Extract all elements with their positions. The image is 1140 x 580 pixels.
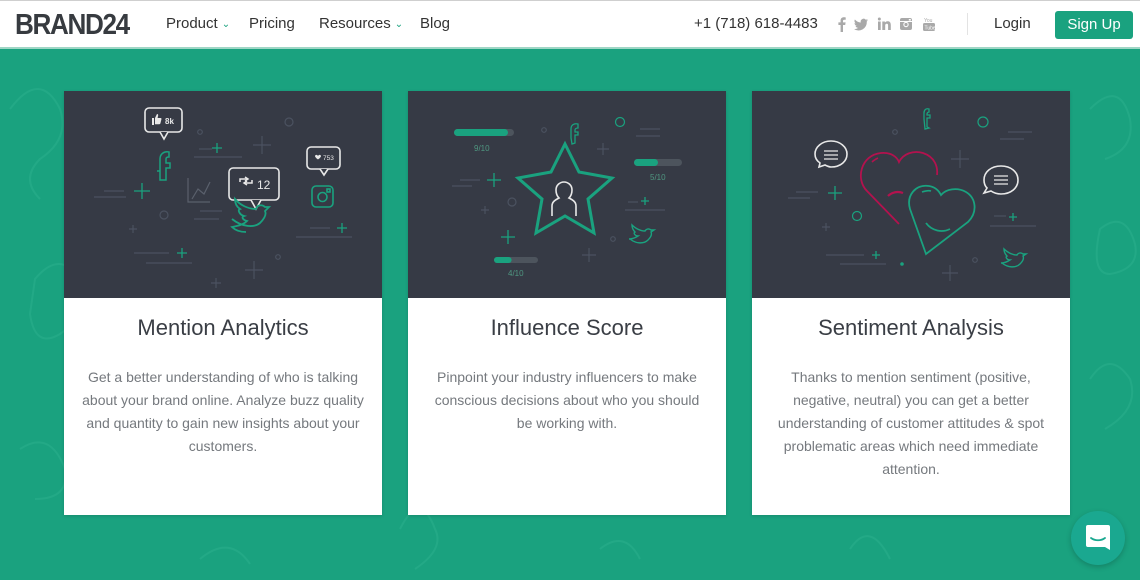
decorative-lines <box>94 117 352 288</box>
card-description: Get a better understanding of who is tal… <box>82 369 364 454</box>
score-label-2: 5/10 <box>650 173 666 182</box>
negative-heart-icon <box>859 151 939 225</box>
nav-resources-label: Resources <box>319 15 391 32</box>
influence-score-illustration: 9/10 5/10 4/10 <box>408 91 726 298</box>
thumbs-up-icon <box>152 114 162 125</box>
phone-number[interactable]: +1 (718) 618-4483 <box>694 15 818 32</box>
instagram-icon[interactable] <box>899 16 913 32</box>
header-divider <box>967 13 968 35</box>
nav-blog-label: Blog <box>420 15 451 32</box>
card-description: Pinpoint your industry influencers to ma… <box>434 369 700 431</box>
facebook-icon[interactable] <box>835 16 849 32</box>
retweet-icon <box>239 176 253 186</box>
facebook-icon <box>570 123 579 145</box>
comment-bubble-left <box>814 140 848 169</box>
feature-card-sentiment-analysis: Sentiment Analysis Thanks to mention sen… <box>752 91 1070 515</box>
likes-bubble: 8k <box>144 107 183 141</box>
feature-card-influence-score: 9/10 5/10 4/10 Influence Score Pinpoint … <box>408 91 726 515</box>
retweets-bubble: 12 <box>228 167 280 211</box>
score-bar-3-fill <box>494 257 512 263</box>
top-navbar: BRAND24 Product ⌄ Pricing Resources ⌄ Blog… <box>0 0 1140 49</box>
twitter-icon[interactable] <box>853 16 869 32</box>
score-bar-3: 4/10 <box>494 257 538 278</box>
chat-widget-button[interactable] <box>1071 511 1125 565</box>
facebook-icon <box>923 108 931 130</box>
card-title: Mention Analytics <box>137 315 309 340</box>
positive-heart-icon <box>908 184 976 256</box>
chevron-down-icon: ⌄ <box>394 19 404 30</box>
score-label-3: 4/10 <box>508 269 524 278</box>
mention-analytics-illustration: 8k 12 753 <box>64 91 382 298</box>
person-icon <box>551 181 577 216</box>
card-title: Sentiment Analysis <box>818 315 1004 340</box>
nav-resources[interactable]: Resources ⌄ <box>319 15 403 32</box>
nav-pricing[interactable]: Pricing <box>249 15 295 32</box>
nav-pricing-label: Pricing <box>249 15 295 32</box>
feature-card-mention-analytics: 8k 12 753 Mention Analytics Get a better… <box>64 91 382 515</box>
twitter-bird-icon <box>1000 247 1029 268</box>
sentiment-analysis-illustration <box>752 91 1070 298</box>
score-bar-1-fill <box>454 129 508 136</box>
svg-text:Tube: Tube <box>925 26 936 32</box>
hearts-count: 753 <box>323 155 334 162</box>
twitter-bird-icon <box>628 223 657 244</box>
nav-product[interactable]: Product ⌄ <box>166 15 230 32</box>
linkedin-icon[interactable] <box>877 16 891 32</box>
brand-logo[interactable]: BRAND24 <box>15 9 130 42</box>
signup-button[interactable]: Sign Up <box>1055 11 1133 39</box>
youtube-icon[interactable]: YouTube <box>922 16 936 32</box>
hearts-bubble: 753 <box>306 146 341 177</box>
card-description: Thanks to mention sentiment (positive, n… <box>777 369 1045 477</box>
score-label-1: 9/10 <box>474 144 490 153</box>
instagram-icon <box>311 185 334 208</box>
comment-bubble-right <box>982 165 1019 195</box>
twitter-bird-icon <box>230 196 272 233</box>
nav-product-label: Product <box>166 15 218 32</box>
analytics-chart-icon <box>187 178 211 203</box>
chat-icon <box>1086 525 1110 550</box>
likes-count: 8k <box>165 117 174 126</box>
card-title: Influence Score <box>490 315 644 340</box>
retweets-count: 12 <box>257 178 271 192</box>
login-link[interactable]: Login <box>994 15 1031 32</box>
score-bar-2-fill <box>634 159 658 166</box>
heart-icon <box>315 154 321 160</box>
nav-blog[interactable]: Blog <box>420 15 450 32</box>
score-bar-2: 5/10 <box>634 159 682 182</box>
star-icon <box>514 140 616 236</box>
chevron-down-icon: ⌄ <box>221 19 231 30</box>
facebook-icon <box>157 151 171 181</box>
score-bar-1: 9/10 <box>454 129 514 153</box>
